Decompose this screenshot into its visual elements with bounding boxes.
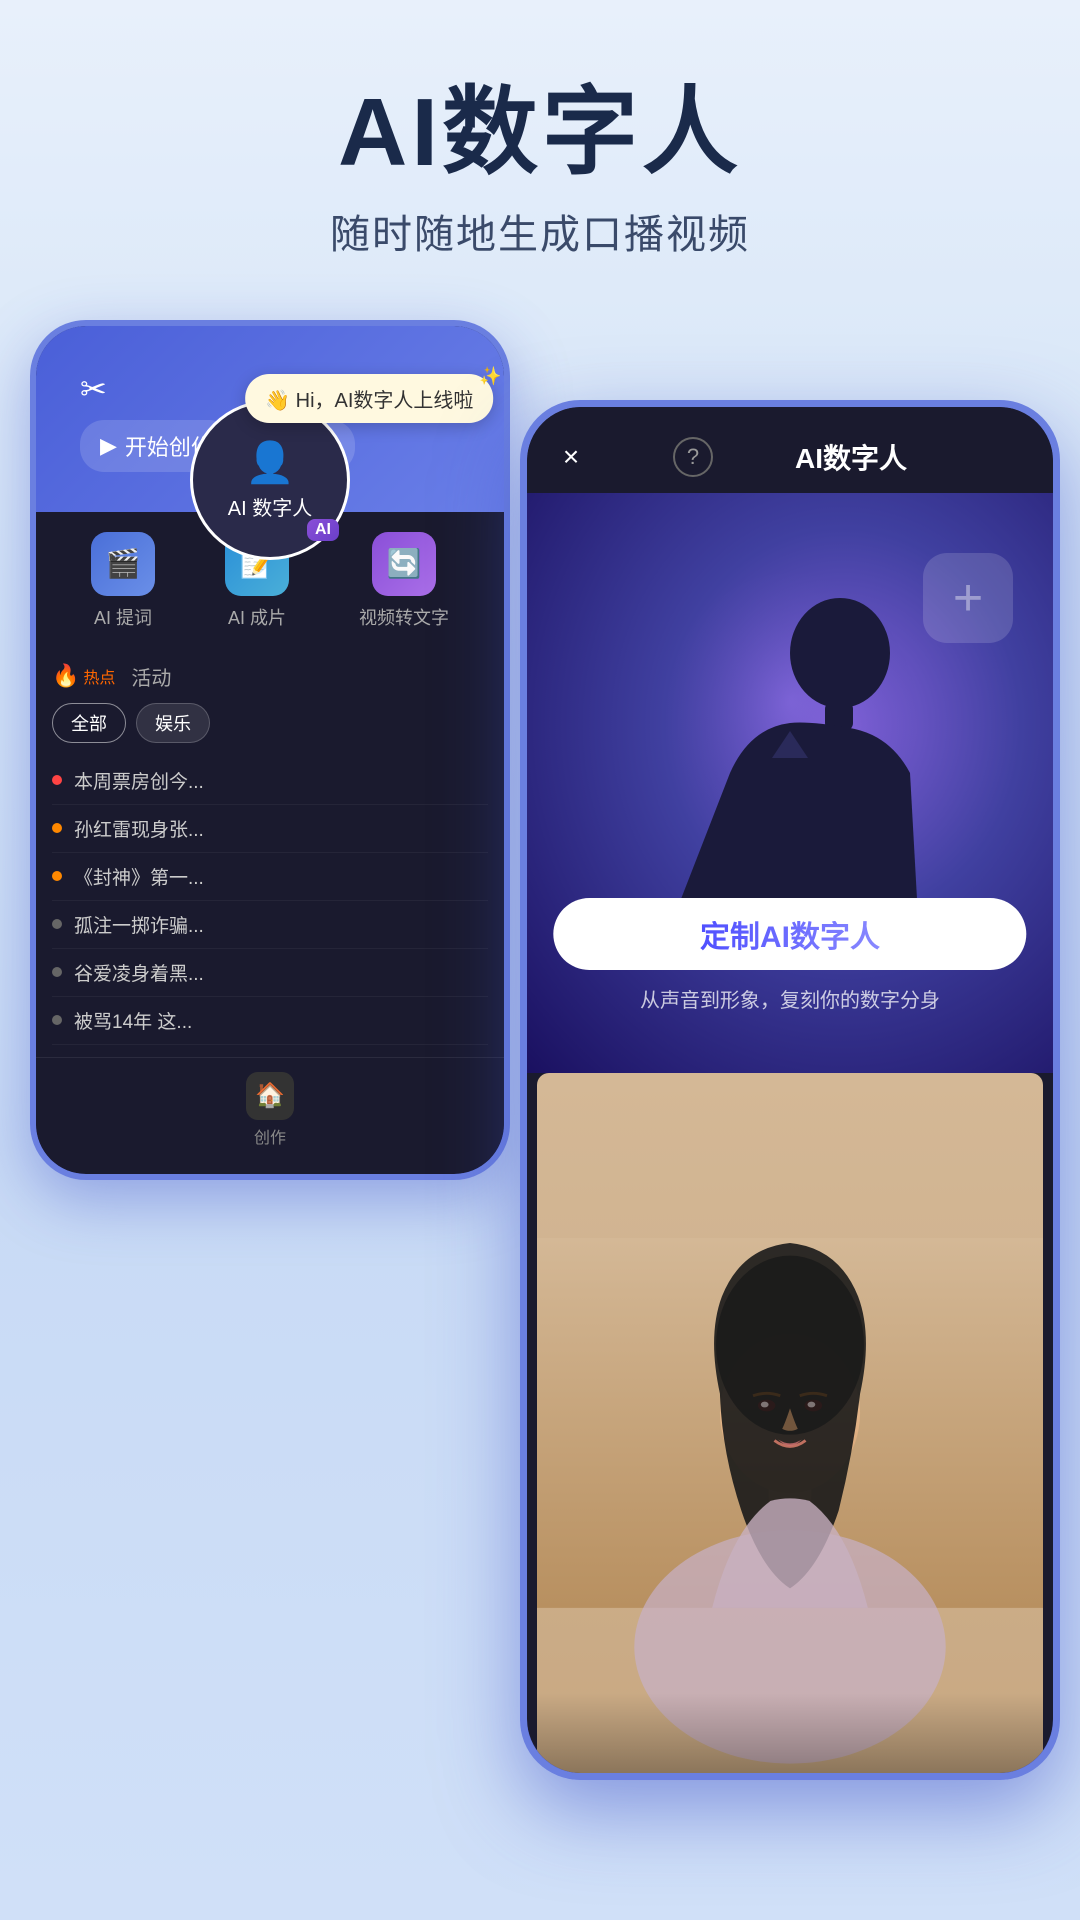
news-item-1[interactable]: 本周票房创今... <box>52 757 488 805</box>
ai-clip-label: AI 成片 <box>228 604 286 630</box>
presenter-overlay <box>537 1693 1043 1773</box>
ai-prompt-icon-box: 🎬 <box>91 532 155 596</box>
custom-btn-text: 定制AI数字人 <box>700 921 880 954</box>
news-text-1: 本周票房创今... <box>74 767 204 794</box>
ai-person-icon: 👤 <box>245 439 295 486</box>
phone-back: ✂ 📬 2 ▶ 开始创作 <box>30 320 510 1180</box>
tool-video-to-text[interactable]: 🔄 视频转文字 <box>359 532 449 630</box>
filter-ent-btn[interactable]: 娱乐 <box>136 703 210 743</box>
filter-all-btn[interactable]: 全部 <box>52 703 126 743</box>
news-dot-6 <box>52 1015 62 1025</box>
avatar-section: + <box>527 493 1053 1073</box>
start-icon: ▶ <box>100 433 117 459</box>
back-news-section: 🔥 热点 活动 全部 娱乐 本周票房创今... 孙红雷现身张... <box>36 650 504 1057</box>
hot-tab[interactable]: 🔥 热点 <box>52 663 115 689</box>
close-btn[interactable]: × <box>551 437 591 477</box>
ai-digital-human-circle[interactable]: 👤 AI 数字人 AI <box>190 400 350 560</box>
news-text-2: 孙红雷现身张... <box>74 815 204 842</box>
news-text-4: 孤注一掷诈骗... <box>74 911 204 938</box>
ai-prompt-label: AI 提词 <box>94 604 152 630</box>
news-item-2[interactable]: 孙红雷现身张... <box>52 805 488 853</box>
news-text-3: 《封神》第一... <box>74 863 204 890</box>
page-subtitle: 随时随地生成口播视频 <box>0 202 1080 260</box>
help-btn[interactable]: ? <box>673 437 713 477</box>
person-silhouette <box>650 573 930 953</box>
back-bottom-nav: 🏠 创作 <box>36 1057 504 1162</box>
news-item-3[interactable]: 《封神》第一... <box>52 853 488 901</box>
news-dot-1 <box>52 775 62 785</box>
nav-create-icon: 🏠 <box>246 1072 294 1120</box>
front-phone-title: AI数字人 <box>795 437 907 477</box>
activity-tab[interactable]: 活动 <box>131 662 171 691</box>
news-text-5: 谷爱凌身着黑... <box>74 959 204 986</box>
back-top-bar: ✂ 📬 2 ▶ 开始创作 <box>36 326 504 512</box>
custom-btn-subtitle: 从声音到形象，复刻你的数字分身 <box>553 984 1026 1013</box>
news-item-4[interactable]: 孤注一掷诈骗... <box>52 901 488 949</box>
page-title: AI数字人 <box>0 80 1080 186</box>
news-dot-4 <box>52 919 62 929</box>
news-item-6[interactable]: 被骂14年 这... <box>52 997 488 1045</box>
scissors-icon: ✂ <box>80 370 107 408</box>
front-header: × ? AI数字人 <box>527 407 1053 493</box>
news-dot-2 <box>52 823 62 833</box>
plus-icon-bg: + <box>923 553 1013 643</box>
news-dot-5 <box>52 967 62 977</box>
custom-btn-container: 定制AI数字人 从声音到形象，复刻你的数字分身 <box>553 898 1026 1013</box>
presenter-inner <box>537 1073 1043 1773</box>
back-top-area: ✂ 📬 2 ▶ 开始创作 <box>60 350 480 492</box>
nav-create-item[interactable]: 🏠 创作 <box>246 1072 294 1148</box>
nav-create-label: 创作 <box>254 1124 286 1148</box>
video-to-text-icon-box: 🔄 <box>372 532 436 596</box>
ai-popup-notification: 👋 Hi，AI数字人上线啦 <box>245 374 493 423</box>
filter-row: 全部 娱乐 <box>52 703 488 743</box>
news-text-6: 被骂14年 这... <box>74 1007 192 1034</box>
presenter-section <box>537 1073 1043 1773</box>
news-item-5[interactable]: 谷爱凌身着黑... <box>52 949 488 997</box>
phones-container: ✂ 📬 2 ▶ 开始创作 <box>0 320 1080 1800</box>
hot-fire-icon: 🔥 <box>52 663 79 689</box>
video-to-text-label: 视频转文字 <box>359 604 449 630</box>
custom-btn[interactable]: 定制AI数字人 <box>553 898 1026 970</box>
plus-icon: + <box>953 572 983 624</box>
news-dot-3 <box>52 871 62 881</box>
phone-back-inner: ✂ 📬 2 ▶ 开始创作 <box>36 326 504 1174</box>
hot-label: 热点 <box>83 664 115 688</box>
tool-ai-prompt[interactable]: 🎬 AI 提词 <box>91 532 155 630</box>
phone-front: × ? AI数字人 + <box>520 400 1060 1780</box>
page-header: AI数字人 随时随地生成口播视频 <box>0 0 1080 300</box>
news-tabs: 🔥 热点 活动 <box>52 662 488 691</box>
phone-front-inner: × ? AI数字人 + <box>527 407 1053 1773</box>
